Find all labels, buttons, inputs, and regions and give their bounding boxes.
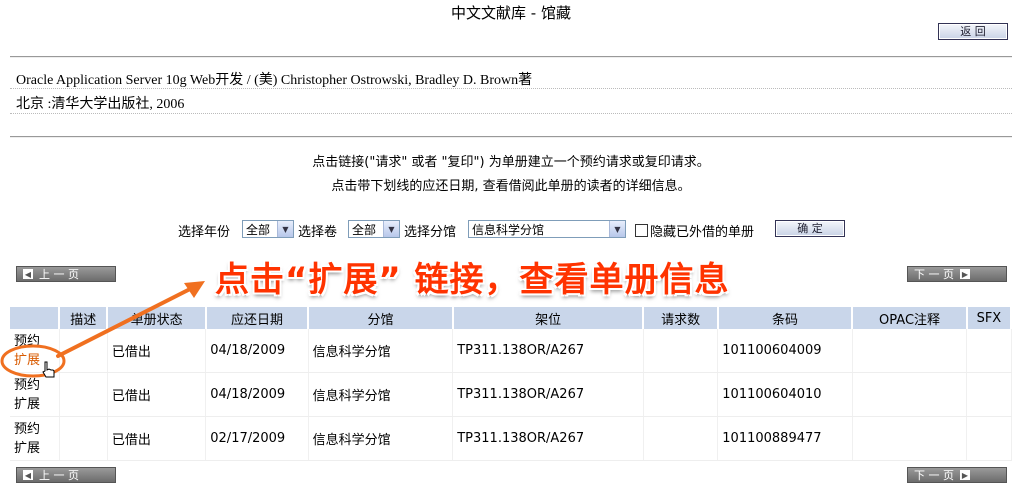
instruction-line-1: 点击链接("请求" 或者 "复印") 为单册建立一个预约请求或复印请求。 xyxy=(312,155,710,170)
cell-due-date[interactable]: 04/18/2009 xyxy=(205,329,309,373)
arrow-right-icon: ▶ xyxy=(960,470,970,480)
reserve-link[interactable]: 预约 xyxy=(14,420,55,439)
cell-requests xyxy=(643,416,719,461)
cell-shelf: TP311.138OR/A267 xyxy=(452,416,644,461)
col-header-sfx: SFX xyxy=(966,307,1013,329)
row-links: 预约 扩展 xyxy=(10,416,60,461)
volume-label: 选择卷 xyxy=(298,225,338,240)
year-label: 选择年份 xyxy=(178,225,231,240)
cell-requests xyxy=(643,329,719,373)
branch-select-value: 信息科学分馆 xyxy=(472,222,545,237)
expand-link[interactable]: 扩展 xyxy=(14,351,55,370)
next-page-button-bottom[interactable]: 下 一 页 ▶ xyxy=(907,467,1007,483)
cell-branch: 信息科学分馆 xyxy=(308,372,454,417)
page-title: 中文文献库 - 馆藏 xyxy=(451,4,571,22)
col-header-status: 单册状态 xyxy=(107,307,207,329)
cell-branch: 信息科学分馆 xyxy=(308,329,454,373)
record-title: Oracle Application Server 10g Web开发 / (美… xyxy=(16,73,533,88)
annotation-banner: 点击“扩展” 链接，查看单册信息 xyxy=(215,260,730,300)
cell-barcode: 101100604010 xyxy=(717,372,853,417)
expand-link[interactable]: 扩展 xyxy=(14,395,55,414)
branch-label: 选择分馆 xyxy=(404,225,457,240)
reserve-link[interactable]: 预约 xyxy=(14,376,55,395)
cell-sfx xyxy=(966,329,1012,373)
hide-loaned-label: 隐藏已外借的单册 xyxy=(650,225,755,240)
arrow-left-icon: ◀ xyxy=(23,269,33,279)
prev-page-label: 上 一 页 xyxy=(39,268,79,281)
col-header-shelf: 架位 xyxy=(452,307,645,329)
cell-description xyxy=(59,416,108,461)
reserve-link[interactable]: 预约 xyxy=(14,332,55,351)
col-header-due-date: 应还日期 xyxy=(205,307,310,329)
cell-due-date[interactable]: 04/18/2009 xyxy=(205,372,309,417)
record-separator-2 xyxy=(10,113,1012,114)
cell-status: 已借出 xyxy=(107,416,207,461)
cell-barcode: 101100889477 xyxy=(717,416,853,461)
table-row: 预约 扩展 已借出 04/18/2009 信息科学分馆 TP311.138OR/… xyxy=(10,372,1012,417)
table-row: 预约 扩展 已借出 04/18/2009 信息科学分馆 TP311.138OR/… xyxy=(10,329,1012,373)
volume-select-value: 全部 xyxy=(352,222,377,237)
col-header-barcode: 条码 xyxy=(717,307,854,329)
cell-sfx xyxy=(966,416,1012,461)
cell-barcode: 101100604009 xyxy=(717,329,853,373)
table-header-row: 描述 单册状态 应还日期 分馆 架位 请求数 条码 OPAC注释 SFX xyxy=(10,307,1013,329)
chevron-down-icon: ▼ xyxy=(277,221,293,237)
cell-description xyxy=(59,329,108,373)
cell-opac-note xyxy=(852,372,968,417)
hide-loaned-checkbox[interactable] xyxy=(635,224,648,237)
cell-shelf: TP311.138OR/A267 xyxy=(452,372,644,417)
record-publisher: 北京 :清华大学出版社, 2006 xyxy=(16,97,185,112)
cell-shelf: TP311.138OR/A267 xyxy=(452,329,644,373)
chevron-down-icon: ▼ xyxy=(383,221,399,237)
cell-opac-note xyxy=(852,329,968,373)
back-button[interactable]: 返 回 xyxy=(938,23,1008,40)
cell-description xyxy=(59,372,108,417)
row-links: 预约 扩展 xyxy=(10,329,60,373)
row-links: 预约 扩展 xyxy=(10,372,60,417)
next-page-label: 下 一 页 xyxy=(914,469,954,482)
arrow-left-icon: ◀ xyxy=(23,470,33,480)
col-header-branch: 分馆 xyxy=(308,307,454,329)
table-row: 预约 扩展 已借出 02/17/2009 信息科学分馆 TP311.138OR/… xyxy=(10,416,1012,461)
col-header-opac-note: OPAC注释 xyxy=(852,307,968,329)
annotation-arrow-head xyxy=(184,281,205,298)
instruction-line-2: 点击带下划线的应还日期, 查看借阅此单册的读者的详细信息。 xyxy=(331,179,691,194)
cell-due-date[interactable]: 02/17/2009 xyxy=(205,416,309,461)
cell-status: 已借出 xyxy=(107,329,207,373)
col-header-requests: 请求数 xyxy=(643,307,719,329)
chevron-down-icon: ▼ xyxy=(609,221,625,237)
branch-select[interactable]: 信息科学分馆 ▼ xyxy=(468,220,626,238)
prev-page-button-bottom[interactable]: ◀ 上 一 页 xyxy=(16,467,116,483)
col-header-links xyxy=(10,307,61,329)
cell-requests xyxy=(643,372,719,417)
next-page-button-top[interactable]: 下 一 页 ▶ xyxy=(907,266,1007,282)
cell-branch: 信息科学分馆 xyxy=(308,416,454,461)
divider-middle xyxy=(10,136,1012,138)
year-select[interactable]: 全部 ▼ xyxy=(242,220,294,238)
cell-sfx xyxy=(966,372,1012,417)
record-separator xyxy=(10,88,1012,89)
holdings-table: 描述 单册状态 应还日期 分馆 架位 请求数 条码 OPAC注释 SFX 预约 … xyxy=(10,307,1013,461)
prev-page-button-top[interactable]: ◀ 上 一 页 xyxy=(16,266,116,282)
expand-link[interactable]: 扩展 xyxy=(14,439,55,458)
cell-opac-note xyxy=(852,416,968,461)
prev-page-label: 上 一 页 xyxy=(39,469,79,482)
arrow-right-icon: ▶ xyxy=(960,269,970,279)
volume-select[interactable]: 全部 ▼ xyxy=(348,220,400,238)
cell-status: 已借出 xyxy=(107,372,207,417)
next-page-label: 下 一 页 xyxy=(914,268,954,281)
col-header-description: 描述 xyxy=(59,307,109,329)
confirm-button[interactable]: 确 定 xyxy=(775,220,845,237)
year-select-value: 全部 xyxy=(246,222,271,237)
divider-top xyxy=(10,56,1012,58)
